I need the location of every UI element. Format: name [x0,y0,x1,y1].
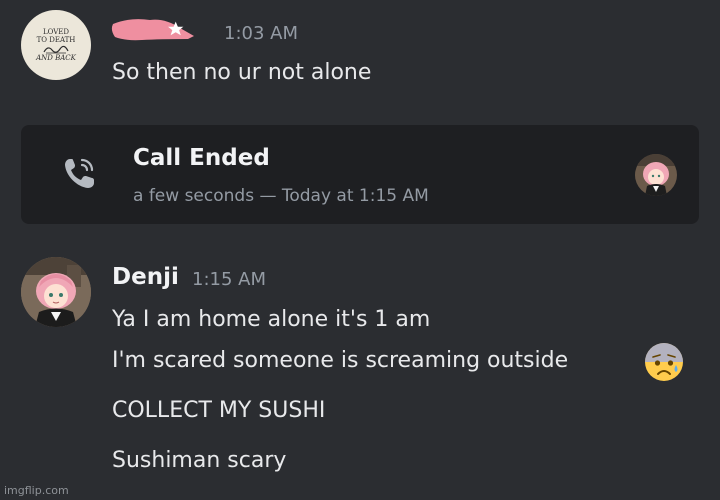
watermark: imgflip.com [4,484,69,497]
call-ended-card: Call Ended a few seconds — Today at 1:15… [21,125,699,224]
message-timestamp[interactable]: 1:03 AM [224,24,298,44]
message-text: COLLECT MY SUSHI [112,398,326,423]
redacted-username[interactable] [110,14,196,44]
call-participant-avatar[interactable] [635,154,677,196]
anxious-face-with-sweat-emoji [645,343,683,381]
anime-girl-avatar-icon [21,257,91,327]
user-avatar-loved-to-death[interactable]: LOVED TO DEATH AND BACK [21,10,91,80]
user-avatar-denji[interactable] [21,257,91,327]
message-timestamp[interactable]: 1:15 AM [192,270,266,290]
anime-girl-avatar-icon [635,154,677,196]
message-text: Ya I am home alone it's 1 am [112,307,431,332]
avatar-logo-line-3: AND BACK [36,54,76,62]
avatar-logo-line-1: LOVED [42,28,70,36]
call-subtitle: a few seconds — Today at 1:15 AM [133,186,429,206]
avatar-logo-line-2: TO DEATH [36,36,76,44]
phone-call-icon [65,158,94,188]
message-text: I'm scared someone is screaming outside [112,348,569,373]
message-author[interactable]: Denji [112,263,179,291]
call-title: Call Ended [133,145,270,171]
message-text: Sushiman scary [112,448,287,473]
message-text: So then no ur not alone [112,60,372,85]
wave-logo-icon [43,45,69,54]
